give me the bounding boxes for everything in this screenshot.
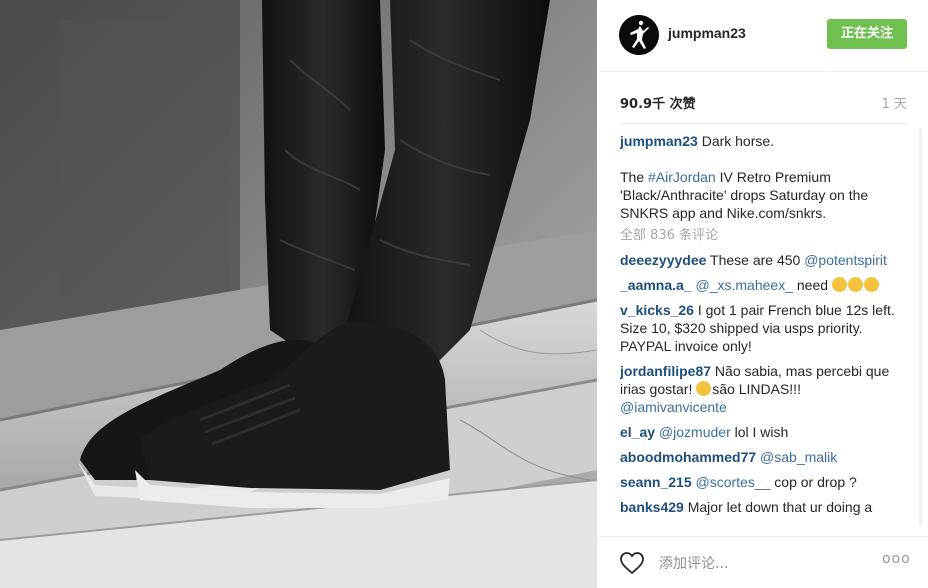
caption-username[interactable]: jumpman23 bbox=[620, 133, 698, 149]
hashtag-link[interactable]: #AirJordan bbox=[648, 169, 716, 185]
sneaker-photo-illustration bbox=[0, 0, 597, 588]
list-item: jordanfilipe87 Não sabia, mas percebi qu… bbox=[620, 362, 907, 416]
comment-username[interactable]: _aamna.a_ bbox=[620, 277, 692, 293]
comment-text: Major let down that ur doing a bbox=[683, 499, 873, 515]
mention-link[interactable]: @jozmuder bbox=[655, 424, 731, 440]
post-timestamp[interactable]: 1 天 bbox=[882, 93, 907, 112]
more-options-icon[interactable]: ooo bbox=[882, 551, 911, 567]
heart-eyes-face-icon bbox=[696, 381, 712, 396]
comment-username[interactable]: deeezyyydee bbox=[620, 252, 706, 268]
avatar[interactable] bbox=[619, 15, 659, 55]
crying-face-icon bbox=[863, 277, 879, 292]
post-photo[interactable] bbox=[0, 0, 597, 588]
comments-scrollbar[interactable] bbox=[919, 128, 922, 526]
list-item: banks429 Major let down that ur doing a bbox=[620, 498, 907, 516]
comment-text: need bbox=[792, 277, 832, 293]
post-details-panel: jumpman23 正在关注 90.9千 次赞 1 天 jumpman23 Da… bbox=[597, 0, 928, 588]
view-all-comments-link[interactable]: 全部 836 条评论 bbox=[620, 227, 907, 245]
mention-link[interactable]: @potentspirit bbox=[804, 252, 887, 268]
list-item: aboodmohammed77 @sab_malik bbox=[620, 448, 907, 466]
comment-text: These are 450 bbox=[706, 252, 805, 268]
heart-icon[interactable] bbox=[619, 551, 645, 575]
post-caption: jumpman23 Dark horse. The #AirJordan IV … bbox=[620, 128, 907, 222]
instagram-post-view: jumpman23 正在关注 90.9千 次赞 1 天 jumpman23 Da… bbox=[0, 0, 928, 588]
comment-username[interactable]: el_ay bbox=[620, 424, 655, 440]
comment-username[interactable]: seann_215 bbox=[620, 474, 692, 490]
comment-text: lol I wish bbox=[730, 424, 789, 440]
post-stats: 90.9千 次赞 1 天 bbox=[620, 93, 907, 113]
comment-text-2: são LINDAS!!! bbox=[712, 381, 801, 397]
comment-username[interactable]: banks429 bbox=[620, 499, 684, 515]
crying-face-icon bbox=[831, 277, 847, 292]
mention-link[interactable]: @_xs.maheex_ bbox=[692, 277, 793, 293]
list-item: seann_215 @scortes__ cop or drop ? bbox=[620, 473, 907, 491]
comment-text: cop or drop ? bbox=[770, 474, 857, 490]
like-count[interactable]: 90.9千 次赞 bbox=[620, 93, 696, 112]
mention-link[interactable]: @iamivanvicente bbox=[620, 399, 727, 415]
comments-list[interactable]: jumpman23 Dark horse. The #AirJordan IV … bbox=[620, 128, 907, 528]
crying-face-icon bbox=[847, 277, 863, 292]
mention-link[interactable]: @sab_malik bbox=[756, 449, 837, 465]
mention-link[interactable]: @scortes__ bbox=[692, 474, 770, 490]
list-item: el_ay @jozmuder lol I wish bbox=[620, 423, 907, 441]
list-item: _aamna.a_ @_xs.maheex_ need bbox=[620, 276, 907, 294]
list-item: v_kicks_26 I got 1 pair French blue 12s … bbox=[620, 301, 907, 355]
comment-username[interactable]: v_kicks_26 bbox=[620, 302, 694, 318]
divider bbox=[620, 123, 907, 124]
add-comment-input[interactable]: 添加评论... bbox=[659, 553, 728, 573]
post-header: jumpman23 正在关注 bbox=[597, 0, 928, 72]
following-button[interactable]: 正在关注 bbox=[827, 19, 907, 49]
caption-first-line: Dark horse. bbox=[697, 133, 775, 149]
caption-text-pre: The bbox=[620, 169, 649, 185]
comment-username[interactable]: jordanfilipe87 bbox=[620, 363, 711, 379]
list-item: deeezyyydee These are 450 @potentspirit bbox=[620, 251, 907, 269]
post-footer: 添加评论... ooo bbox=[597, 536, 928, 588]
jumpman-logo-icon bbox=[619, 15, 659, 55]
comment-username[interactable]: aboodmohammed77 bbox=[620, 449, 756, 465]
username-link[interactable]: jumpman23 bbox=[668, 25, 746, 41]
